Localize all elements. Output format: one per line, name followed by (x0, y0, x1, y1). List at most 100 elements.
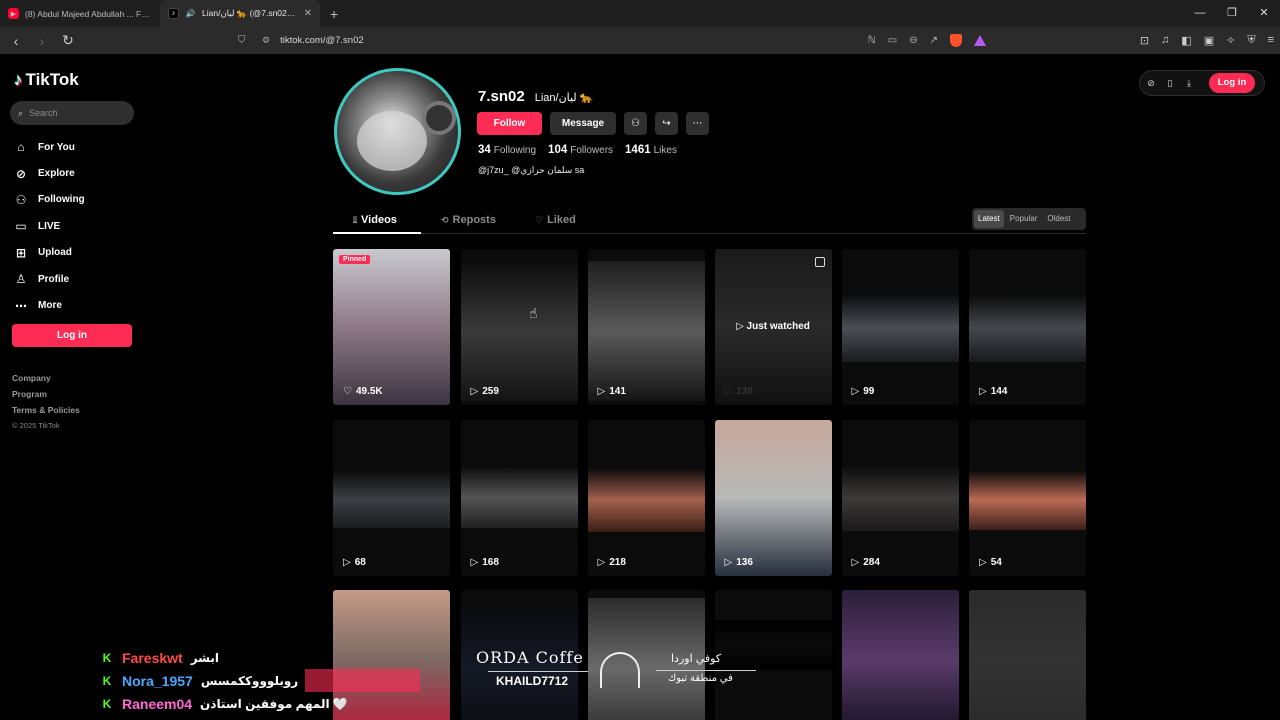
profile-avatar[interactable] (334, 68, 461, 195)
sidebar-item-explore[interactable]: ⊘ Explore (14, 160, 85, 186)
sidebar-item-live[interactable]: ▭ LIVE (14, 213, 85, 239)
sidebar: ♪ TikTok ⌕ Search ⌂ For You ⊘ Explore ⚇ Fol… (0, 54, 150, 720)
view-count-text: 284 (863, 557, 880, 568)
play-icon: ▷ (979, 557, 987, 568)
video-thumbnail (969, 294, 1086, 362)
sidebar-nav: ⌂ For You ⊘ Explore ⚇ Following ▭ LIVE ⊞ Uplo… (14, 134, 85, 319)
video-card[interactable]: ▷ Just watched ▷ 138 (714, 249, 832, 405)
video-card[interactable]: Pinned ♡ 49.5K (333, 249, 450, 405)
sidebar-item-following[interactable]: ⚇ Following (14, 187, 85, 213)
screenshot-icon[interactable]: ⊡ (1140, 34, 1149, 47)
share-icon[interactable]: ↪ (655, 112, 678, 135)
brave-rewards-icon[interactable] (974, 35, 986, 46)
follow-button[interactable]: Follow (477, 112, 542, 135)
video-card[interactable] (969, 590, 1086, 720)
heart-icon: ♡ (535, 214, 544, 225)
view-count: ▷ 138 (725, 386, 753, 397)
zoom-icon[interactable]: ⊖ (909, 35, 917, 46)
tiktok-logo[interactable]: ♪ TikTok (14, 70, 79, 90)
phone-icon[interactable]: ▯ (1165, 78, 1175, 89)
sort-latest[interactable]: Latest (974, 210, 1004, 228)
download-icon[interactable]: ⤓ (1184, 78, 1194, 89)
message-button[interactable]: Message (550, 112, 616, 135)
stat-following[interactable]: 34 Following (478, 144, 536, 156)
close-tab-icon[interactable]: ✕ (304, 8, 312, 19)
site-info-icon[interactable]: ⚙ (262, 35, 270, 46)
live-icon: ▭ (15, 219, 27, 234)
sort-oldest[interactable]: Oldest (1043, 210, 1074, 228)
sidebar-toggle-icon[interactable]: ◧ (1181, 34, 1191, 47)
wallet-icon[interactable]: ▣ (1204, 34, 1214, 47)
leo-ai-icon[interactable]: ✧ (1226, 34, 1235, 47)
sidebar-item-profile[interactable]: ♙ Profile (14, 266, 85, 292)
new-tab-button[interactable]: + (320, 6, 348, 22)
url-text: tiktok.com/@7.sn02 (280, 35, 364, 46)
brave-shield-icon[interactable] (950, 34, 962, 47)
sort-popular[interactable]: Popular (1006, 210, 1042, 228)
view-count: ▷ 144 (979, 386, 1007, 397)
video-card[interactable]: ▷ 68 (333, 420, 450, 576)
video-card[interactable]: ▷ 259 (460, 249, 578, 405)
media-icon[interactable]: ♫ (1161, 34, 1169, 47)
share-icon[interactable]: ↗ (930, 35, 938, 46)
video-thumbnail (333, 470, 450, 528)
video-card[interactable]: ▷ 54 (969, 420, 1086, 576)
youtube-icon: ▶ (8, 8, 19, 19)
video-card[interactable]: ▷ 136 (714, 420, 832, 576)
vpn-icon[interactable]: ⛨ (1247, 34, 1255, 47)
footer-link-company[interactable]: Company (12, 373, 80, 389)
sidebar-login-button[interactable]: Log in (12, 324, 132, 347)
tab-liked[interactable]: ♡ Liked (535, 214, 576, 226)
footer-link-program[interactable]: Program (12, 389, 80, 405)
video-card[interactable]: ▷ 284 (841, 420, 959, 576)
video-card[interactable]: ▷ 99 (841, 249, 959, 405)
chat-line: K Fareskwt ابشر (100, 646, 420, 669)
video-card[interactable] (841, 590, 959, 720)
kick-icon: K (102, 696, 112, 711)
minimize-icon[interactable]: — (1184, 0, 1216, 27)
sidebar-item-for-you[interactable]: ⌂ For You (14, 134, 85, 160)
stat-followers[interactable]: 104 Followers (548, 144, 613, 156)
video-thumbnail (714, 420, 832, 576)
browser-tab-tiktok[interactable]: ♪ 🔊 Lian/ليان 🐆 (@7.sn02) | TikTok ✕ (160, 0, 320, 27)
menu-icon[interactable]: ≡ (1268, 34, 1274, 47)
view-count-text: 68 (354, 557, 366, 568)
bookmark-icon[interactable]: ⛉ (238, 35, 246, 46)
video-card[interactable]: ▷ 141 (587, 249, 705, 405)
banner-arabic-2: في منطقة تبوك (668, 673, 733, 684)
maximize-icon[interactable]: ❐ (1216, 0, 1248, 27)
tiktok-icon: ♪ (14, 70, 23, 89)
chat-user: Nora_1957 (122, 672, 193, 689)
search-input[interactable]: ⌕ Search (10, 101, 134, 125)
video-card[interactable]: ▷ 144 (969, 249, 1086, 405)
more-options-icon[interactable]: ⋯ (686, 112, 709, 135)
audio-icon[interactable]: 🔊 (185, 8, 196, 19)
browser-tab-youtube[interactable]: ▶ (8) Abdul Majeed Abdullah ... Fezi Lal (0, 0, 160, 27)
footer-link-terms[interactable]: Terms & Policies (12, 405, 80, 421)
play-icon: ▷ (470, 557, 479, 568)
forward-icon[interactable]: › (32, 33, 52, 49)
video-thumbnail (969, 590, 1086, 720)
play-icon: ▷ (343, 557, 351, 568)
picture-in-picture-icon[interactable] (814, 257, 825, 267)
repost-icon: ⟲ (441, 214, 449, 225)
header-login-button[interactable]: Log in (1209, 73, 1255, 93)
view-count-text: 99 (863, 386, 875, 397)
reload-icon[interactable]: ↻ (58, 32, 78, 49)
cast-icon[interactable]: ▭ (888, 35, 897, 46)
video-thumbnail (969, 470, 1086, 530)
video-card[interactable]: ▷ 168 (460, 420, 578, 576)
coin-icon[interactable]: ⊘ (1146, 78, 1156, 89)
chat-message: روبلوووككمسس (200, 673, 299, 688)
chat-message: المهم موفقين استاذن 🤍 (200, 696, 348, 711)
close-window-icon[interactable]: ✕ (1248, 0, 1280, 27)
sidebar-item-upload[interactable]: ⊞ Upload (14, 240, 85, 266)
add-friend-icon[interactable]: ⚇ (624, 112, 647, 135)
tab-videos[interactable]: ⦙⦙ Videos (353, 214, 397, 226)
url-field[interactable]: ⛉ ⚙ tiktok.com/@7.sn02 ℕ ▭ ⊖ ↗ (238, 30, 1000, 51)
translate-icon[interactable]: ℕ (868, 35, 876, 46)
tab-reposts[interactable]: ⟲ Reposts (441, 214, 496, 226)
video-card[interactable]: ▷ 218 (587, 420, 705, 576)
back-icon[interactable]: ‹ (6, 33, 26, 49)
sidebar-item-more[interactable]: ⋯ More (14, 292, 85, 318)
